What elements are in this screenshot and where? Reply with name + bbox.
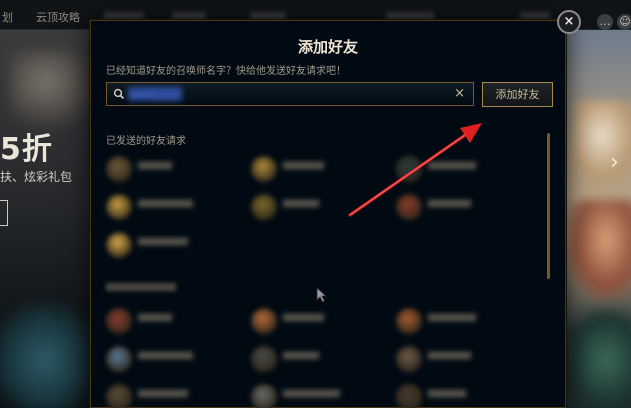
avatar	[106, 308, 132, 334]
summoner-name-input[interactable]	[129, 86, 449, 102]
friend-request-item[interactable]	[251, 306, 391, 336]
dialog-hint: 已经知道好友的召唤师名字？快给他发送好友请求吧！	[106, 66, 346, 77]
champion-art	[574, 100, 631, 190]
nav-item-tft-guide[interactable]: 云顶攻略	[36, 9, 80, 25]
friend-name	[283, 390, 340, 397]
nav-item-blurred[interactable]	[172, 12, 206, 20]
champion-art	[566, 200, 631, 300]
nav-item-blurred[interactable]	[250, 12, 286, 20]
friend-name	[138, 162, 172, 169]
avatar	[396, 194, 422, 220]
friend-name	[138, 352, 193, 359]
friend-name	[428, 352, 471, 359]
list-scrollbar[interactable]	[547, 133, 550, 279]
friend-request-item[interactable]	[251, 344, 391, 374]
friend-request-item[interactable]	[106, 382, 246, 408]
avatar	[396, 384, 422, 408]
avatar	[251, 384, 277, 408]
dialog-title: 添加好友	[297, 38, 358, 56]
avatar	[396, 346, 422, 372]
friend-name	[428, 390, 466, 397]
sent-requests-label: 已发送的好友请求	[106, 136, 186, 147]
avatar	[396, 308, 422, 334]
friend-name	[283, 162, 324, 169]
friend-request-item[interactable]	[106, 306, 246, 336]
champion-art	[566, 310, 631, 408]
champion-art	[10, 50, 90, 130]
friend-request-item[interactable]	[106, 344, 246, 374]
friend-request-item[interactable]	[396, 344, 536, 374]
avatar	[106, 156, 132, 182]
friend-request-item[interactable]	[106, 154, 246, 184]
nav-item-blurred[interactable]	[104, 12, 144, 20]
avatar	[106, 384, 132, 408]
search-icon	[113, 88, 125, 100]
friend-name	[138, 238, 188, 245]
add-friend-dialog: 添加好友 已经知道好友的召唤师名字？快给他发送好友请求吧！ × 添加好友 已发送…	[90, 20, 566, 408]
nav-item-blurred[interactable]	[386, 12, 434, 20]
friend-request-item[interactable]	[251, 154, 391, 184]
avatar	[251, 346, 277, 372]
app-root: 划 云顶攻略 5折 扶、炫彩礼包 › … ☺ 添加好友 已经知道好友的召唤师名字…	[0, 0, 631, 408]
avatar	[251, 194, 277, 220]
other-requests-label	[106, 283, 176, 291]
friends-icon[interactable]: ☺	[617, 14, 631, 30]
chevron-right-icon[interactable]: ›	[610, 150, 619, 175]
friend-request-item[interactable]	[396, 154, 536, 184]
friend-request-item[interactable]	[106, 230, 246, 260]
friend-request-item[interactable]	[396, 192, 536, 222]
promo-subtitle: 扶、炫彩礼包	[0, 170, 73, 184]
avatar	[106, 194, 132, 220]
friend-name	[428, 162, 476, 169]
avatar	[251, 308, 277, 334]
chat-icon[interactable]: …	[597, 14, 613, 30]
friend-request-item[interactable]	[396, 306, 536, 336]
friend-request-item[interactable]	[396, 382, 536, 408]
mouse-cursor-icon	[316, 287, 328, 303]
avatar	[396, 156, 422, 182]
avatar	[251, 156, 277, 182]
friend-name	[138, 200, 193, 207]
avatar	[106, 232, 132, 258]
promo-discount-text: 5折	[0, 132, 53, 167]
close-button[interactable]: ×	[557, 10, 581, 34]
friend-name	[283, 200, 319, 207]
nav-item-blurred[interactable]	[520, 12, 550, 20]
friend-request-item[interactable]	[251, 192, 391, 222]
friend-name	[283, 352, 319, 359]
avatar	[106, 346, 132, 372]
clear-icon[interactable]: ×	[454, 86, 465, 102]
background-right-art	[566, 30, 631, 408]
nav-item[interactable]: 划	[2, 9, 13, 25]
champion-art	[0, 300, 90, 408]
friend-name	[138, 390, 188, 397]
promo-button[interactable]	[0, 200, 8, 226]
friend-name	[138, 314, 172, 321]
summoner-search-box[interactable]: ×	[106, 82, 474, 106]
friend-name	[428, 314, 476, 321]
friend-name	[283, 314, 324, 321]
background-left-art	[0, 30, 90, 408]
friend-request-item[interactable]	[251, 382, 391, 408]
add-friend-button[interactable]: 添加好友	[482, 82, 553, 107]
friend-name	[428, 200, 471, 207]
friend-request-item[interactable]	[106, 192, 246, 222]
